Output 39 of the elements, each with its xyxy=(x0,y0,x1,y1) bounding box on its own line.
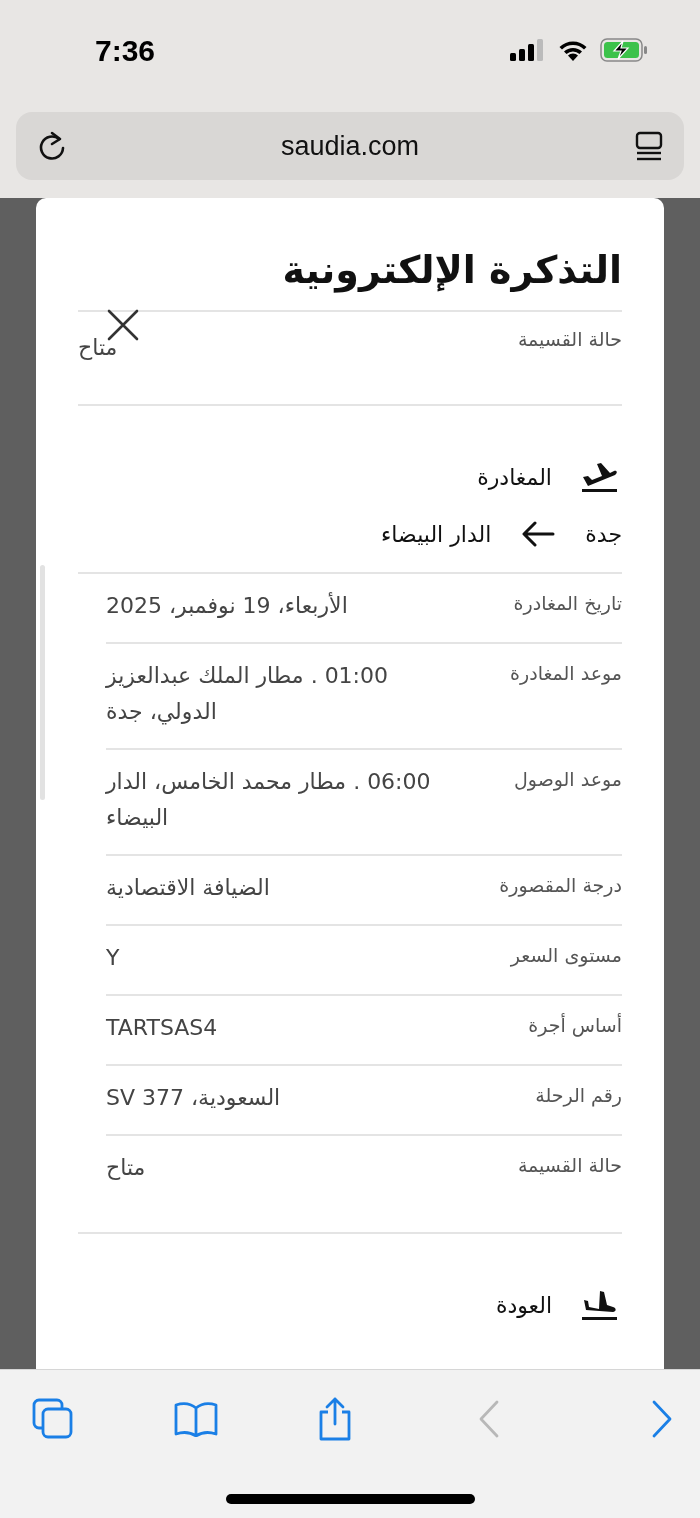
field-value: 06:00 . مطار محمد الخامس، الدار البيضاء xyxy=(106,768,432,832)
field-value: Y xyxy=(106,944,120,972)
forward-icon xyxy=(650,1398,674,1439)
battery-charging-icon xyxy=(600,38,648,62)
field-value: الضيافة الاقتصادية xyxy=(106,874,270,902)
field-label: أساس أجرة xyxy=(528,1012,622,1036)
tabs-icon xyxy=(32,1397,74,1440)
landing-icon xyxy=(580,1288,618,1322)
field-value: الأربعاء، 19 نوفمبر، 2025 xyxy=(106,591,348,620)
reader-icon[interactable] xyxy=(634,131,664,161)
field-label: تاريخ المغادرة xyxy=(513,591,622,614)
address-bar[interactable]: saudia.com xyxy=(16,112,684,180)
field-label: حالة القسيمة xyxy=(517,328,622,350)
field-label: موعد الوصول xyxy=(514,767,622,790)
field-value: TARTSAS4 xyxy=(106,1014,218,1042)
url-text: saudia.com xyxy=(280,130,420,162)
takeoff-icon xyxy=(580,460,618,494)
field-value: متاح xyxy=(78,334,118,362)
field-label: رقم الرحلة xyxy=(535,1083,622,1106)
field-label: موعد المغادرة xyxy=(510,661,622,684)
section-heading: المغادرة xyxy=(477,464,552,490)
field-value: السعودية، SV 377 xyxy=(106,1084,281,1112)
status-time: 7:36 xyxy=(95,33,156,68)
book-icon xyxy=(173,1400,218,1437)
arrow-left-icon xyxy=(521,521,556,547)
dialog-title: التذكرة الإلكترونية xyxy=(78,238,622,312)
field-label: مستوى السعر xyxy=(510,943,622,966)
field-value: 01:00 . مطار الملك عبدالعزيز الدولي، جدة xyxy=(106,662,390,727)
section-heading: العودة xyxy=(495,1292,552,1318)
wifi-icon xyxy=(558,39,588,61)
signal-icon xyxy=(510,39,546,61)
share-icon xyxy=(317,1396,353,1441)
field-label: درجة المقصورة xyxy=(499,873,622,896)
field-label: حالة القسيمة xyxy=(517,1153,622,1176)
route-origin: جدة xyxy=(585,521,622,547)
field-value: متاح xyxy=(106,1154,146,1182)
bookmarks-button[interactable] xyxy=(173,1400,218,1440)
reload-icon[interactable] xyxy=(38,131,66,161)
route-destination: الدار البيضاء xyxy=(381,521,492,547)
